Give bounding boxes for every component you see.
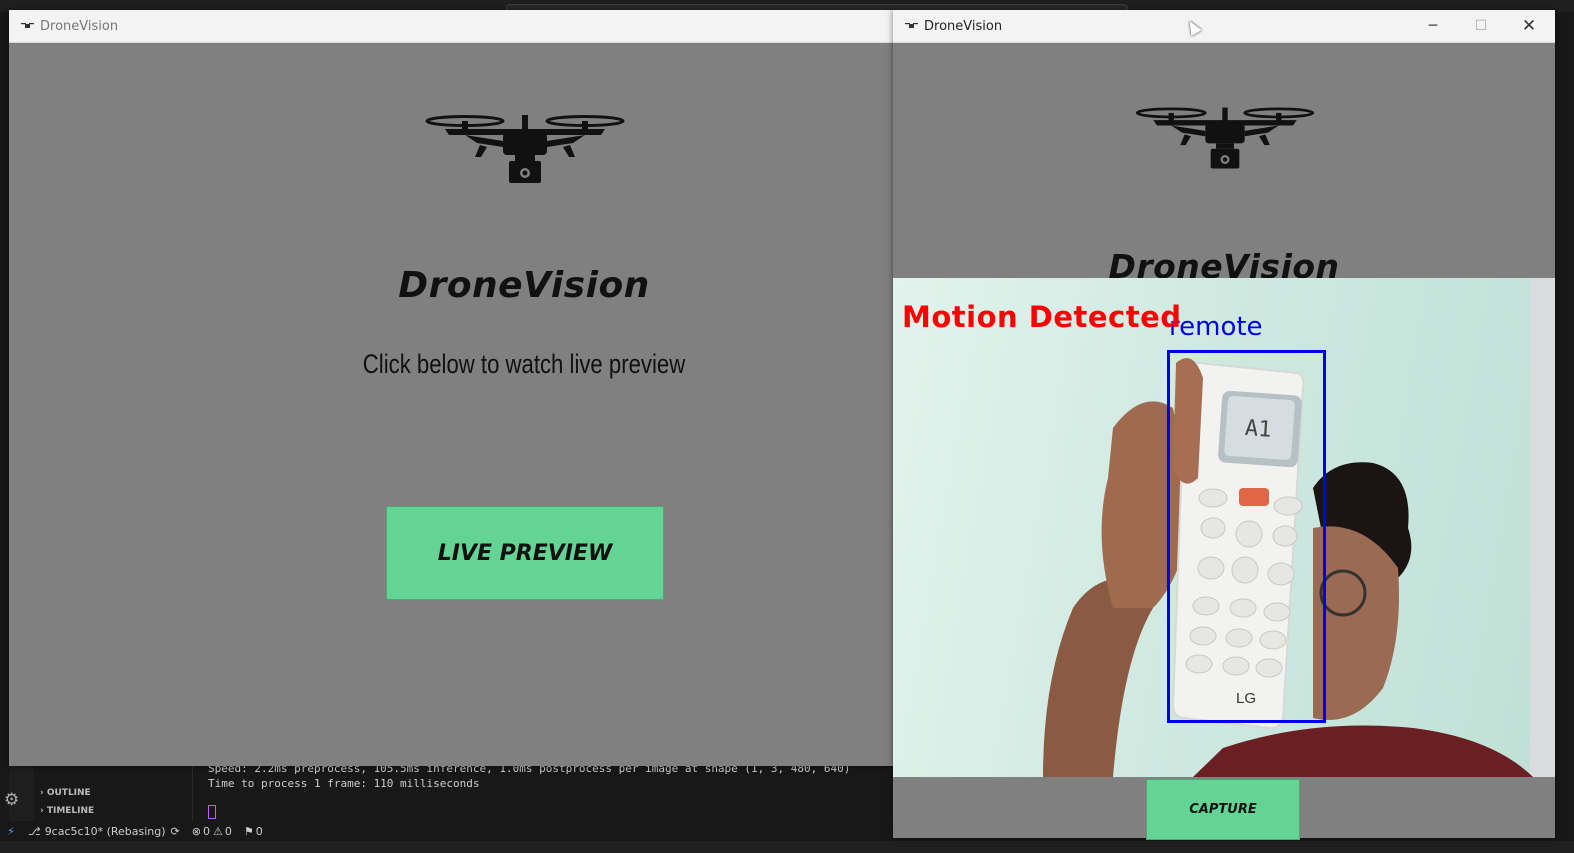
terminal-cursor <box>208 805 216 819</box>
warning-icon: ⚠ <box>212 824 223 838</box>
live-preview-button[interactable]: LIVE PREVIEW <box>386 506 664 600</box>
error-icon: ⊗ <box>191 824 201 838</box>
drone-app-icon <box>21 22 34 28</box>
left-window-titlebar[interactable]: DroneVision <box>9 10 893 43</box>
minimize-button[interactable]: ─ <box>1409 10 1457 42</box>
sidebar-outline-label: OUTLINE <box>46 788 91 798</box>
warning-count[interactable]: 0 <box>225 825 232 838</box>
sync-icon[interactable]: ⟳ <box>171 825 180 838</box>
capture-button[interactable]: CAPTURE <box>1146 779 1300 840</box>
right-window-titlebar[interactable]: DroneVision ─ ☐ ✕ <box>893 10 1555 43</box>
ports-count[interactable]: 0 <box>256 825 263 838</box>
remote-icon[interactable]: ⚡ <box>0 825 22 838</box>
sidebar-timeline-label: TIMELINE <box>46 806 95 816</box>
sidebar-outline[interactable]: › OUTLINE <box>40 788 91 798</box>
drone-logo-icon <box>425 115 625 183</box>
right-window-title: DroneVision <box>924 18 1003 34</box>
settings-gear-icon[interactable]: ⚙ <box>4 791 22 809</box>
maximize-button[interactable]: ☐ <box>1457 10 1505 42</box>
left-app-title: DroneVision <box>398 265 650 306</box>
right-window: DroneVision ─ ☐ ✕ DroneVision A1 LG remo… <box>893 10 1555 840</box>
vscode-activity-bar <box>0 12 9 822</box>
left-window: DroneVision DroneVision Click below to w… <box>9 10 893 766</box>
terminal-line-2: Time to process 1 frame: 110 millisecond… <box>208 777 480 790</box>
left-window-title: DroneVision <box>40 18 119 34</box>
vscode-right-strip <box>1555 12 1574 822</box>
drone-logo-icon <box>1135 107 1315 169</box>
motion-detected-text: Motion Detected <box>902 300 1182 334</box>
preview-instruction: Click below to watch live preview <box>362 349 686 379</box>
camera-feed: A1 LG remote Motion Detected <box>893 278 1555 777</box>
drone-app-icon <box>905 22 918 28</box>
sidebar-timeline[interactable]: › TIMELINE <box>40 806 94 816</box>
taskbar-strip <box>0 841 1574 853</box>
branch-name[interactable]: 9cac5c10* (Rebasing) <box>45 825 166 838</box>
ports-icon: ⚑ <box>243 824 254 838</box>
right-window-body: DroneVision A1 LG remote Motion Detected… <box>893 43 1555 840</box>
close-button[interactable]: ✕ <box>1505 10 1553 42</box>
detection-box <box>1167 350 1326 723</box>
left-window-body: DroneVision Click below to watch live pr… <box>9 43 893 766</box>
branch-icon: ⎇ <box>28 824 41 838</box>
error-count[interactable]: 0 <box>203 825 210 838</box>
detection-label: remote <box>1169 312 1263 342</box>
